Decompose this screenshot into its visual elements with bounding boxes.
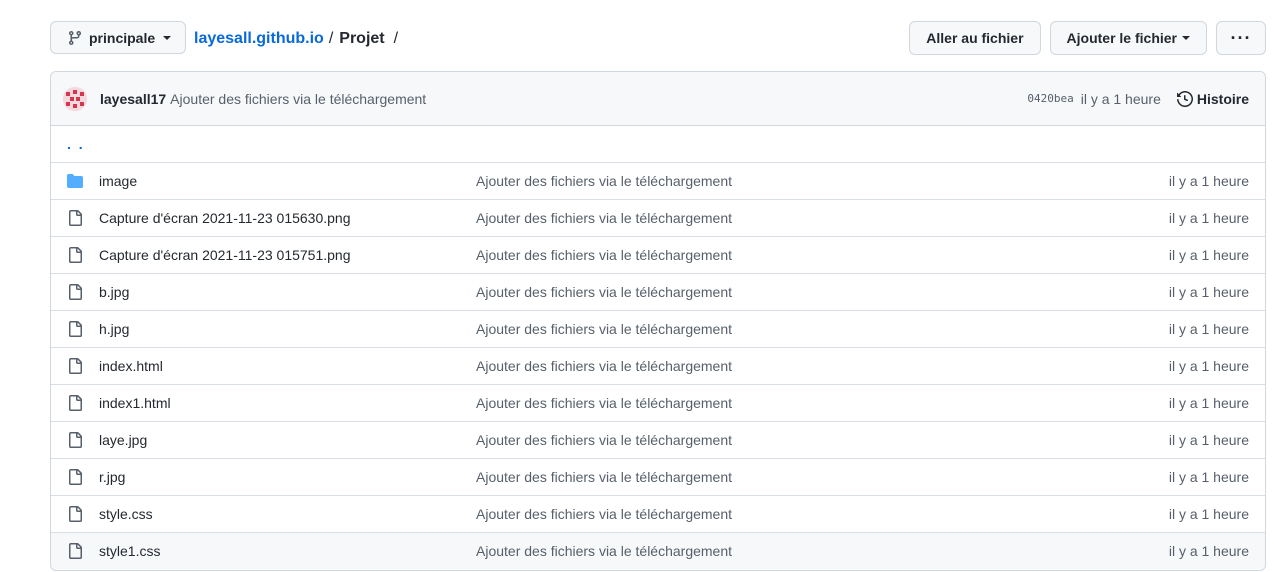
breadcrumb-current-dir: Projet xyxy=(339,29,385,47)
file-name-link[interactable]: image xyxy=(99,173,137,189)
file-list: layesall17 Ajouter des fichiers via le t… xyxy=(50,71,1266,571)
file-commit-time: il y a 1 heure xyxy=(1168,506,1249,522)
file-name-link[interactable]: h.jpg xyxy=(99,321,129,337)
file-commit-message-link[interactable]: Ajouter des fichiers via le téléchargeme… xyxy=(476,506,732,522)
file-commit-message-link[interactable]: Ajouter des fichiers via le téléchargeme… xyxy=(476,173,732,189)
breadcrumb-repo-link[interactable]: layesall.github.io xyxy=(194,30,324,48)
add-file-label: Ajouter le fichier xyxy=(1066,30,1177,46)
file-row[interactable]: index.html Ajouter des fichiers via le té… xyxy=(51,348,1265,385)
add-file-button[interactable]: Ajouter le fichier xyxy=(1049,21,1207,55)
file-commit-message-link[interactable]: Ajouter des fichiers via le téléchargeme… xyxy=(476,321,732,337)
parent-directory-row[interactable]: . . xyxy=(51,126,1265,163)
file-commit-time: il y a 1 heure xyxy=(1168,321,1249,337)
parent-directory-link[interactable]: . . xyxy=(67,136,85,152)
file-name-link[interactable]: style.css xyxy=(99,506,153,522)
file-row[interactable]: Capture d'écran 2021-11-23 015630.png Ajo… xyxy=(51,200,1265,237)
file-icon xyxy=(67,247,83,263)
file-commit-message-link[interactable]: Ajouter des fichiers via le téléchargeme… xyxy=(476,210,732,226)
go-to-file-button[interactable]: Aller au fichier xyxy=(909,21,1041,55)
file-name-link[interactable]: Capture d'écran 2021-11-23 015751.png xyxy=(99,247,351,263)
file-name-link[interactable]: index.html xyxy=(99,358,163,374)
file-name-link[interactable]: laye.jpg xyxy=(99,432,147,448)
file-commit-time: il y a 1 heure xyxy=(1168,358,1249,374)
file-commit-message-link[interactable]: Ajouter des fichiers via le téléchargeme… xyxy=(476,469,732,485)
file-name-link[interactable]: b.jpg xyxy=(99,284,129,300)
file-icon xyxy=(67,321,83,337)
file-row[interactable]: index1.html Ajouter des fichiers via le t… xyxy=(51,385,1265,422)
more-options-button[interactable]: ··· xyxy=(1216,21,1266,55)
file-commit-time: il y a 1 heure xyxy=(1168,247,1249,263)
file-commit-time: il y a 1 heure xyxy=(1168,284,1249,300)
history-link[interactable]: Histoire xyxy=(1176,90,1249,107)
file-commit-message-link[interactable]: Ajouter des fichiers via le téléchargeme… xyxy=(476,247,732,263)
file-actions: Aller au fichier Ajouter le fichier ··· xyxy=(909,21,1266,55)
folder-icon xyxy=(67,173,83,189)
commit-message-link[interactable]: Ajouter des fichiers via le téléchargeme… xyxy=(170,91,426,107)
history-label: Histoire xyxy=(1196,90,1249,107)
breadcrumb-separator: / xyxy=(328,29,334,47)
file-commit-message-link[interactable]: Ajouter des fichiers via le téléchargeme… xyxy=(476,432,732,448)
file-row[interactable]: r.jpg Ajouter des fichiers via le télécha… xyxy=(51,459,1265,496)
file-icon xyxy=(67,210,83,226)
chevron-down-icon xyxy=(1182,36,1190,40)
file-icon xyxy=(67,432,83,448)
file-commit-time: il y a 1 heure xyxy=(1168,210,1249,226)
branch-label: principale xyxy=(89,29,156,46)
file-row[interactable]: laye.jpg Ajouter des fichiers via le télé… xyxy=(51,422,1265,459)
file-name-link[interactable]: r.jpg xyxy=(99,469,125,485)
file-icon xyxy=(67,284,83,300)
file-commit-time: il y a 1 heure xyxy=(1168,432,1249,448)
file-icon xyxy=(67,543,83,559)
file-icon xyxy=(67,506,83,522)
file-commit-message-link[interactable]: Ajouter des fichiers via le téléchargeme… xyxy=(476,395,732,411)
file-commit-time: il y a 1 heure xyxy=(1168,543,1249,559)
file-row[interactable]: h.jpg Ajouter des fichiers via le télécha… xyxy=(51,311,1265,348)
chevron-down-icon xyxy=(163,35,172,40)
file-row[interactable]: style1.css Ajouter des fichiers via le té… xyxy=(51,533,1265,569)
file-commit-message-link[interactable]: Ajouter des fichiers via le téléchargeme… xyxy=(476,543,732,559)
branch-select-button[interactable]: principale xyxy=(50,21,186,54)
commit-sha-link[interactable]: 0420bea xyxy=(1027,92,1073,105)
breadcrumb: layesall.github.io / Projet / xyxy=(194,21,404,56)
file-name-link[interactable]: index1.html xyxy=(99,395,171,411)
file-commit-time: il y a 1 heure xyxy=(1168,469,1249,485)
commit-time: il y a 1 heure xyxy=(1080,90,1161,107)
avatar[interactable] xyxy=(63,86,87,111)
file-icon xyxy=(67,469,83,485)
latest-commit-bar: layesall17 Ajouter des fichiers via le t… xyxy=(51,72,1265,126)
file-commit-message-link[interactable]: Ajouter des fichiers via le téléchargeme… xyxy=(476,284,732,300)
commit-meta: 0420bea il y a 1 heure Histoire xyxy=(1027,91,1249,107)
file-row[interactable]: image Ajouter des fichiers via le télécha… xyxy=(51,163,1265,200)
file-commit-time: il y a 1 heure xyxy=(1168,173,1249,189)
file-name-link[interactable]: Capture d'écran 2021-11-23 015630.png xyxy=(99,210,351,226)
file-row[interactable]: b.jpg Ajouter des fichiers via le télécha… xyxy=(51,274,1265,311)
file-commit-time: il y a 1 heure xyxy=(1168,395,1249,411)
file-row[interactable]: style.css Ajouter des fichiers via le tél… xyxy=(51,496,1265,533)
file-icon xyxy=(67,358,83,374)
file-row[interactable]: Capture d'écran 2021-11-23 015751.png Ajo… xyxy=(51,237,1265,274)
file-commit-message-link[interactable]: Ajouter des fichiers via le téléchargeme… xyxy=(476,358,732,374)
file-name-link[interactable]: style1.css xyxy=(99,543,160,559)
git-branch-icon xyxy=(67,30,83,46)
breadcrumb-separator: / xyxy=(393,29,399,47)
commit-author-link[interactable]: layesall17 xyxy=(100,91,166,107)
history-icon xyxy=(1176,90,1193,107)
file-navigation: principale layesall.github.io / Projet /… xyxy=(50,21,1266,56)
file-icon xyxy=(67,395,83,411)
